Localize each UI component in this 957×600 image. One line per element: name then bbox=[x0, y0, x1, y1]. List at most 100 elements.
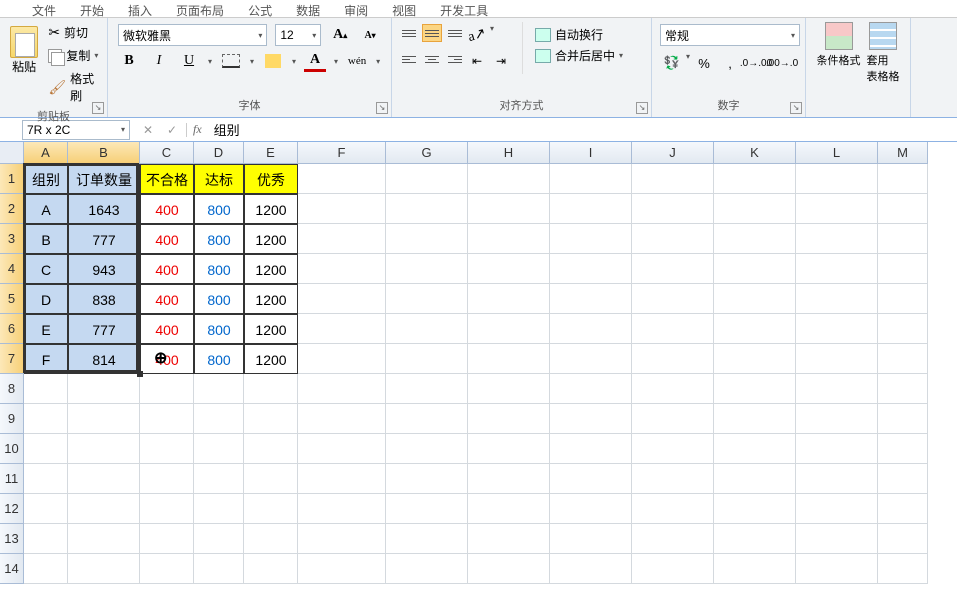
cell-J6[interactable] bbox=[632, 314, 714, 344]
cell-E8[interactable] bbox=[244, 374, 298, 404]
row-header-2[interactable]: 2 bbox=[0, 194, 24, 224]
cell-K14[interactable] bbox=[714, 554, 796, 584]
cell-H9[interactable] bbox=[468, 404, 550, 434]
cell-J2[interactable] bbox=[632, 194, 714, 224]
cell-E9[interactable] bbox=[244, 404, 298, 434]
cell-E2[interactable]: 1200 bbox=[244, 194, 298, 224]
cell-M11[interactable] bbox=[878, 464, 928, 494]
cell-M10[interactable] bbox=[878, 434, 928, 464]
cell-C6[interactable]: 400 bbox=[140, 314, 194, 344]
cell-B9[interactable] bbox=[68, 404, 140, 434]
tab-页面布局[interactable]: 页面布局 bbox=[164, 0, 236, 17]
currency-button[interactable]: 💱 bbox=[660, 52, 684, 74]
cell-G9[interactable] bbox=[386, 404, 468, 434]
row-header-5[interactable]: 5 bbox=[0, 284, 24, 314]
cell-H11[interactable] bbox=[468, 464, 550, 494]
cell-G8[interactable] bbox=[386, 374, 468, 404]
cell-I10[interactable] bbox=[550, 434, 632, 464]
cell-B5[interactable]: 838 bbox=[68, 284, 140, 314]
cell-F8[interactable] bbox=[298, 374, 386, 404]
cell-G12[interactable] bbox=[386, 494, 468, 524]
tab-文件[interactable]: 文件 bbox=[20, 0, 68, 17]
copy-button[interactable]: 复制▾ bbox=[46, 45, 101, 66]
cell-L8[interactable] bbox=[796, 374, 878, 404]
row-header-6[interactable]: 6 bbox=[0, 314, 24, 344]
cell-A4[interactable]: C bbox=[24, 254, 68, 284]
cell-H3[interactable] bbox=[468, 224, 550, 254]
cell-I5[interactable] bbox=[550, 284, 632, 314]
cell-C11[interactable] bbox=[140, 464, 194, 494]
align-middle-button[interactable] bbox=[422, 24, 442, 42]
col-header-C[interactable]: C bbox=[140, 142, 194, 164]
underline-button[interactable]: U bbox=[178, 50, 200, 72]
pinyin-button[interactable]: wén bbox=[346, 50, 368, 72]
align-center-button[interactable] bbox=[422, 50, 442, 68]
cell-F1[interactable] bbox=[298, 164, 386, 194]
cell-J10[interactable] bbox=[632, 434, 714, 464]
cell-M9[interactable] bbox=[878, 404, 928, 434]
cell-B6[interactable]: 777 bbox=[68, 314, 140, 344]
cell-D8[interactable] bbox=[194, 374, 244, 404]
cell-L5[interactable] bbox=[796, 284, 878, 314]
cell-L14[interactable] bbox=[796, 554, 878, 584]
cell-A9[interactable] bbox=[24, 404, 68, 434]
cell-G11[interactable] bbox=[386, 464, 468, 494]
select-all-corner[interactable] bbox=[0, 142, 24, 164]
cell-H8[interactable] bbox=[468, 374, 550, 404]
cell-E12[interactable] bbox=[244, 494, 298, 524]
decrease-decimal-button[interactable]: .00→.0 bbox=[770, 52, 794, 74]
fill-handle[interactable] bbox=[137, 371, 143, 377]
cell-I7[interactable] bbox=[550, 344, 632, 374]
font-dialog-launcher[interactable]: ↘ bbox=[376, 102, 388, 114]
cell-F2[interactable] bbox=[298, 194, 386, 224]
font-name-select[interactable]: 微软雅黑▾ bbox=[118, 24, 267, 46]
cell-D4[interactable]: 800 bbox=[194, 254, 244, 284]
cell-F14[interactable] bbox=[298, 554, 386, 584]
cell-F4[interactable] bbox=[298, 254, 386, 284]
decrease-indent-button[interactable]: ⇤ bbox=[466, 50, 488, 72]
cell-D6[interactable]: 800 bbox=[194, 314, 244, 344]
cell-L4[interactable] bbox=[796, 254, 878, 284]
cell-G13[interactable] bbox=[386, 524, 468, 554]
cell-C13[interactable] bbox=[140, 524, 194, 554]
cell-J11[interactable] bbox=[632, 464, 714, 494]
cell-M2[interactable] bbox=[878, 194, 928, 224]
tab-开始[interactable]: 开始 bbox=[68, 0, 116, 17]
cell-G5[interactable] bbox=[386, 284, 468, 314]
col-header-H[interactable]: H bbox=[468, 142, 550, 164]
cell-F6[interactable] bbox=[298, 314, 386, 344]
col-header-J[interactable]: J bbox=[632, 142, 714, 164]
cell-I9[interactable] bbox=[550, 404, 632, 434]
tab-开发工具[interactable]: 开发工具 bbox=[428, 0, 500, 17]
cell-C14[interactable] bbox=[140, 554, 194, 584]
cell-L13[interactable] bbox=[796, 524, 878, 554]
cell-I4[interactable] bbox=[550, 254, 632, 284]
cell-F9[interactable] bbox=[298, 404, 386, 434]
cell-I6[interactable] bbox=[550, 314, 632, 344]
number-format-select[interactable]: 常规▾ bbox=[660, 24, 800, 46]
alignment-dialog-launcher[interactable]: ↘ bbox=[636, 102, 648, 114]
cell-C12[interactable] bbox=[140, 494, 194, 524]
comma-button[interactable]: , bbox=[718, 52, 742, 74]
cell-E13[interactable] bbox=[244, 524, 298, 554]
cell-J1[interactable] bbox=[632, 164, 714, 194]
cell-E6[interactable]: 1200 bbox=[244, 314, 298, 344]
cell-J12[interactable] bbox=[632, 494, 714, 524]
cell-L7[interactable] bbox=[796, 344, 878, 374]
grid-body[interactable]: 组别订单数量不合格达标优秀A16434008001200B77740080012… bbox=[24, 164, 957, 584]
cell-D1[interactable]: 达标 bbox=[194, 164, 244, 194]
increase-indent-button[interactable]: ⇥ bbox=[490, 50, 512, 72]
col-header-E[interactable]: E bbox=[244, 142, 298, 164]
cell-J3[interactable] bbox=[632, 224, 714, 254]
cell-H2[interactable] bbox=[468, 194, 550, 224]
cell-H13[interactable] bbox=[468, 524, 550, 554]
cancel-button[interactable]: ✕ bbox=[138, 123, 158, 137]
cell-L10[interactable] bbox=[796, 434, 878, 464]
format-painter-button[interactable]: 🖌格式刷 bbox=[46, 68, 101, 106]
cell-A5[interactable]: D bbox=[24, 284, 68, 314]
formula-input[interactable]: 组别 bbox=[208, 120, 957, 139]
cell-C5[interactable]: 400 bbox=[140, 284, 194, 314]
cell-I3[interactable] bbox=[550, 224, 632, 254]
cell-F7[interactable] bbox=[298, 344, 386, 374]
fill-color-button[interactable] bbox=[262, 50, 284, 72]
